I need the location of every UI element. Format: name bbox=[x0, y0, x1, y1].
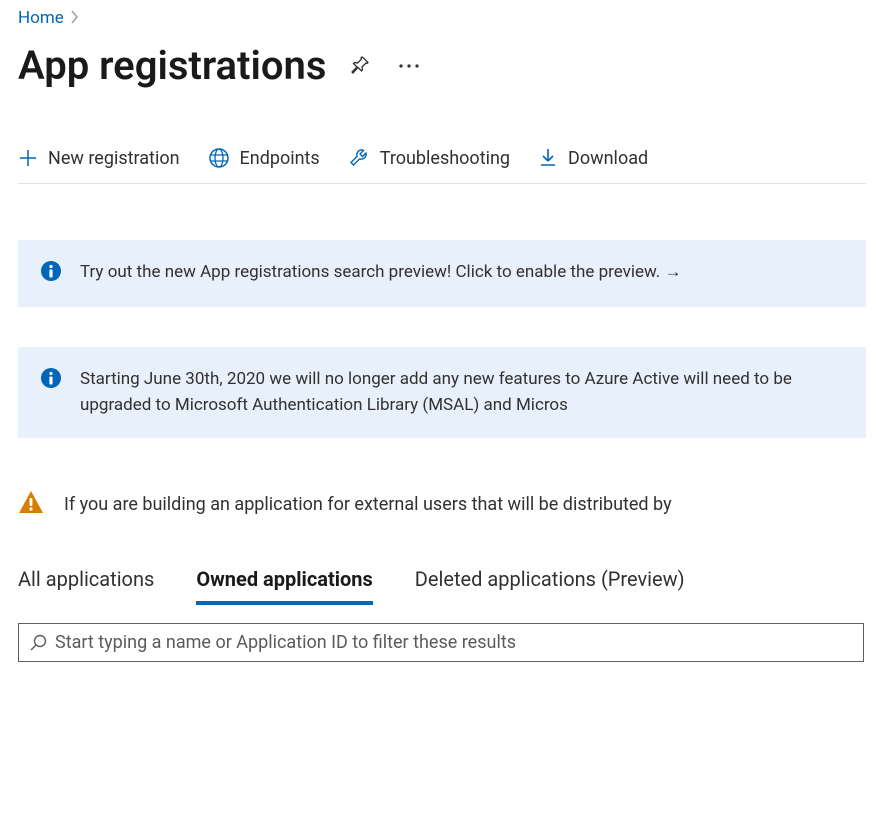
info-icon bbox=[40, 367, 62, 394]
more-icon[interactable] bbox=[394, 59, 424, 73]
warning-text: If you are building an application for e… bbox=[64, 494, 672, 515]
banner-preview-text: Try out the new App registrations search… bbox=[80, 260, 681, 286]
tabs: All applications Owned applications Dele… bbox=[18, 567, 866, 605]
troubleshooting-label: Troubleshooting bbox=[380, 148, 510, 169]
title-row: App registrations bbox=[18, 42, 866, 89]
search-wrap bbox=[18, 623, 864, 662]
endpoints-button[interactable]: Endpoints bbox=[208, 147, 320, 169]
globe-icon bbox=[208, 147, 230, 169]
chevron-right-icon bbox=[70, 9, 80, 28]
new-registration-button[interactable]: New registration bbox=[18, 148, 180, 169]
breadcrumb: Home bbox=[18, 0, 866, 28]
tab-all-applications[interactable]: All applications bbox=[18, 567, 154, 605]
info-banner-deprecation[interactable]: Starting June 30th, 2020 we will no long… bbox=[18, 347, 866, 438]
plus-icon bbox=[18, 148, 38, 168]
search-icon bbox=[29, 634, 47, 652]
info-banner-preview[interactable]: Try out the new App registrations search… bbox=[18, 240, 866, 307]
troubleshooting-button[interactable]: Troubleshooting bbox=[348, 147, 510, 169]
toolbar: New registration Endpoints Troubleshooti… bbox=[18, 141, 866, 184]
endpoints-label: Endpoints bbox=[240, 148, 320, 169]
download-button[interactable]: Download bbox=[538, 147, 648, 169]
tab-owned-applications[interactable]: Owned applications bbox=[196, 567, 372, 605]
download-icon bbox=[538, 147, 558, 169]
search-input[interactable] bbox=[55, 632, 853, 653]
tab-deleted-applications[interactable]: Deleted applications (Preview) bbox=[415, 567, 685, 605]
wrench-icon bbox=[348, 147, 370, 169]
page-title: App registrations bbox=[18, 42, 326, 89]
info-icon bbox=[40, 260, 62, 287]
warning-row: If you are building an application for e… bbox=[18, 490, 866, 519]
warning-icon bbox=[18, 490, 44, 519]
new-registration-label: New registration bbox=[48, 148, 180, 169]
download-label: Download bbox=[568, 148, 648, 169]
pin-icon[interactable] bbox=[346, 52, 374, 80]
breadcrumb-home-link[interactable]: Home bbox=[18, 8, 64, 28]
banner-deprecation-text: Starting June 30th, 2020 we will no long… bbox=[80, 367, 844, 418]
